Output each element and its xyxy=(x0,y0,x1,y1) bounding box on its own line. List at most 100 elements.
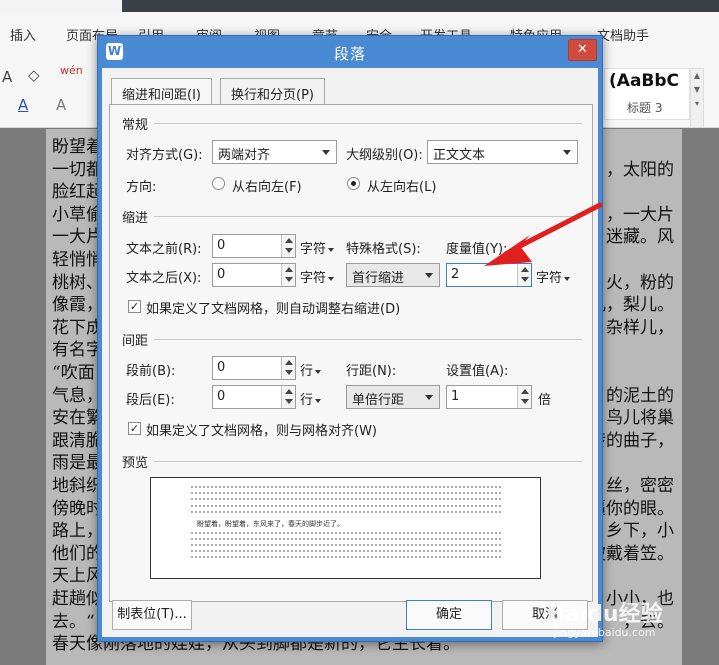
space-after-value: 0 xyxy=(217,389,226,404)
space-after-input[interactable]: 0 xyxy=(212,385,296,409)
divider xyxy=(154,216,582,217)
radio-left-to-right[interactable] xyxy=(347,177,360,190)
document-line: 轻悄悄 xyxy=(52,250,103,270)
document-line: 像霞， xyxy=(52,295,103,316)
style-gallery-item[interactable]: (AaBbC 标题 3 xyxy=(604,68,690,120)
preview-sample-text: 盼望着，盼望着，东风来了，春天的脚步近了。 xyxy=(197,520,344,528)
snap-to-grid-label[interactable]: 如果定义了文档网格，则与网格对齐(W) xyxy=(146,420,377,439)
spin-down-icon[interactable] xyxy=(285,277,293,282)
preview-placeholder-line xyxy=(191,544,501,546)
spin-up-icon[interactable] xyxy=(285,238,293,243)
spin-down-icon[interactable] xyxy=(521,399,529,404)
caret-down-icon xyxy=(328,276,335,281)
document-line: 天上风 xyxy=(52,566,103,587)
preview-placeholder-line xyxy=(191,532,501,534)
section-spacing: 间距 xyxy=(122,334,149,349)
auto-adjust-right-indent-checkbox[interactable]: ✓ xyxy=(128,300,141,313)
document-line-end: 的泥土的 xyxy=(606,385,674,406)
special-format-select[interactable]: 首行缩进 xyxy=(346,263,440,287)
dialog-titlebar[interactable]: W 段落 ✕ xyxy=(98,36,602,68)
document-line-end: ，太阳的 xyxy=(606,159,674,180)
spin-up-icon[interactable] xyxy=(521,389,529,394)
document-line: 赶趟似 xyxy=(52,589,103,609)
ok-button[interactable]: 确定 xyxy=(406,600,492,630)
space-after-unit[interactable]: 行 xyxy=(300,389,322,408)
special-format-label: 特殊格式(S): xyxy=(346,242,421,257)
spinner-buttons[interactable] xyxy=(281,235,295,257)
dialog-title: 段落 xyxy=(333,45,366,63)
alignment-select[interactable]: 两端对齐 xyxy=(212,140,337,164)
measure-value: 2 xyxy=(451,267,460,282)
preview-placeholder-line xyxy=(191,511,501,513)
auto-adjust-right-indent-label[interactable]: 如果定义了文档网格，则自动调整右缩进(D) xyxy=(146,298,400,317)
radio-right-to-left[interactable] xyxy=(212,177,225,190)
preview-placeholder-line xyxy=(191,550,501,552)
document-line-end: 丝，密密 xyxy=(606,476,674,496)
snap-to-grid-checkbox[interactable]: ✓ xyxy=(128,422,141,435)
style-gallery-scroll[interactable]: ▲ ▼ ▾ xyxy=(690,68,704,128)
document-line: 去。“ xyxy=(52,611,95,632)
document-line-end: 鸟儿将巢 xyxy=(606,408,674,429)
close-button[interactable]: ✕ xyxy=(568,39,597,61)
preview-placeholder-line xyxy=(191,505,501,507)
chevron-down-icon xyxy=(563,150,571,155)
measure-unit[interactable]: 字符 xyxy=(536,267,571,286)
line-spacing-label: 行距(N): xyxy=(346,364,397,379)
spin-up-icon[interactable] xyxy=(285,389,293,394)
space-before-input[interactable]: 0 xyxy=(212,356,296,380)
spinner-buttons[interactable] xyxy=(281,264,295,286)
document-line: “吹面 xyxy=(52,363,95,383)
spinner-buttons[interactable] xyxy=(281,386,295,408)
indent-before-input[interactable]: 0 xyxy=(212,234,296,258)
document-line: 雨是最 xyxy=(52,453,103,474)
clear-format-icon[interactable]: ◇ xyxy=(28,66,40,84)
spinner-buttons[interactable] xyxy=(517,264,531,286)
left-to-right-label[interactable]: 从左向右(L) xyxy=(367,176,436,195)
indent-before-unit[interactable]: 字符 xyxy=(300,238,335,257)
unit-label: 字符 xyxy=(300,242,327,257)
spinner-buttons[interactable] xyxy=(517,386,531,408)
alignment-value: 两端对齐 xyxy=(218,148,271,163)
space-before-unit[interactable]: 行 xyxy=(300,360,322,379)
font-size-icon[interactable]: A xyxy=(2,68,12,86)
caret-down-icon xyxy=(315,369,322,374)
character-shading-icon[interactable]: A xyxy=(56,96,66,114)
document-line: 花下成 xyxy=(52,317,103,338)
spin-up-icon[interactable] xyxy=(285,360,293,365)
pinyin-guide-icon[interactable]: wén xyxy=(60,64,83,77)
spin-down-icon[interactable] xyxy=(285,399,293,404)
right-to-left-label[interactable]: 从右向左(F) xyxy=(232,176,302,195)
document-line: 气息， xyxy=(52,385,103,406)
tab-line-page-breaks[interactable]: 换行和分页(P) xyxy=(220,78,325,104)
spin-up-icon[interactable] xyxy=(285,267,293,272)
divider xyxy=(154,461,582,462)
line-spacing-value: 单倍行距 xyxy=(352,393,405,408)
setting-value: 1 xyxy=(451,389,460,404)
spinner-buttons[interactable] xyxy=(281,357,295,379)
special-format-value: 首行缩进 xyxy=(352,271,405,286)
preview-placeholder-line xyxy=(191,556,501,558)
preview-placeholder-line xyxy=(191,498,501,500)
ribbon-tab-doc-assistant[interactable]: 文档助手 xyxy=(597,25,649,44)
paragraph-dialog: W 段落 ✕ 缩进和间距(I) 换行和分页(P) 常规 对齐方式(G): 两端对… xyxy=(97,35,603,642)
measure-input[interactable]: 2 xyxy=(446,263,532,287)
document-line: 桃树、 xyxy=(52,272,103,293)
indent-after-unit[interactable]: 字符 xyxy=(300,267,335,286)
unit-label: 字符 xyxy=(300,271,327,286)
section-preview: 预览 xyxy=(122,456,149,471)
spin-down-icon[interactable] xyxy=(285,370,293,375)
outline-level-select[interactable]: 正文文本 xyxy=(427,140,578,164)
divider xyxy=(154,123,582,124)
tab-indent-spacing[interactable]: 缩进和间距(I) xyxy=(111,78,212,105)
indent-after-input[interactable]: 0 xyxy=(212,263,296,287)
document-line-end: 杂样儿， xyxy=(606,317,674,338)
line-spacing-select[interactable]: 单倍行距 xyxy=(346,385,440,409)
tab-stops-button[interactable]: 制表位(T)... xyxy=(112,600,192,630)
watermark-sub: jingyan.baidu.com xyxy=(554,626,656,639)
spin-down-icon[interactable] xyxy=(521,277,529,282)
ribbon-tab-insert[interactable]: 插入 xyxy=(10,25,36,44)
spin-down-icon[interactable] xyxy=(285,248,293,253)
font-color-icon[interactable]: A xyxy=(18,96,28,114)
setting-value-input[interactable]: 1 xyxy=(446,385,532,409)
spin-up-icon[interactable] xyxy=(521,267,529,272)
